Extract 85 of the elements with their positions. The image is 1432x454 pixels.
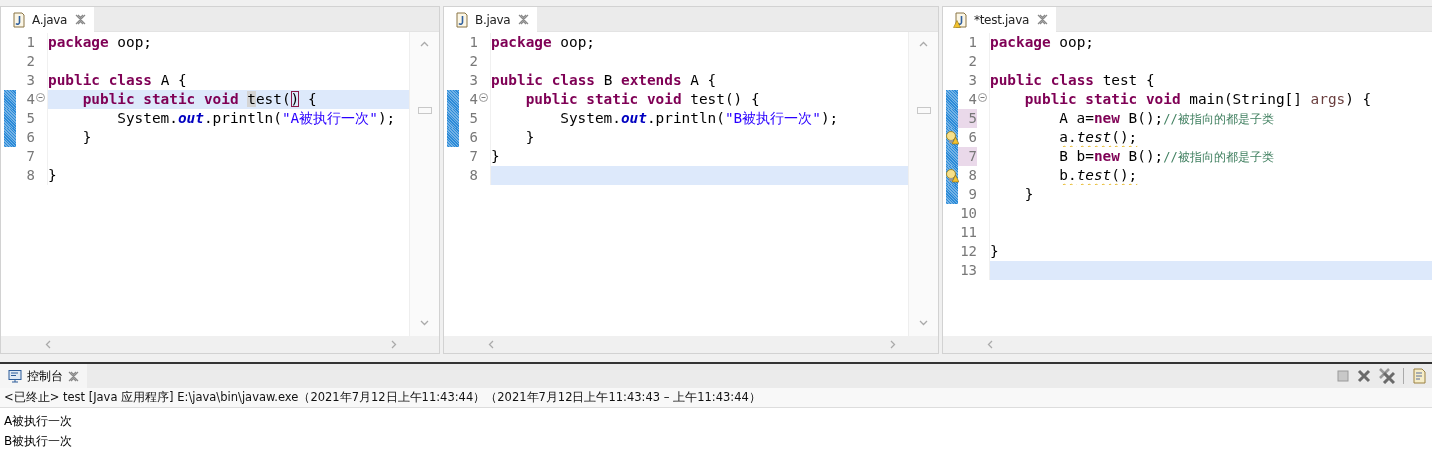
- console-output-line: A被执行一次: [4, 413, 74, 430]
- line-number: 8: [468, 166, 478, 185]
- line-number: 1: [25, 33, 35, 52]
- code-line: a.test();: [1059, 129, 1138, 146]
- line-number: 4: [468, 90, 478, 109]
- line-number: 9: [967, 185, 977, 204]
- chevron-up-icon[interactable]: [919, 41, 928, 47]
- line-number: 5: [468, 109, 478, 128]
- editor-tab[interactable]: A.java: [1, 7, 95, 32]
- fold-icon[interactable]: [36, 93, 45, 102]
- code-line: public static void test() {: [82, 91, 317, 108]
- document-icon[interactable]: [1412, 368, 1428, 384]
- chevron-down-icon[interactable]: [919, 320, 928, 326]
- line-number: 11: [959, 223, 977, 242]
- fold-icon[interactable]: [978, 93, 987, 102]
- remove-all-icon[interactable]: [1379, 368, 1395, 384]
- line-number: 2: [468, 52, 478, 71]
- close-icon[interactable]: [1037, 14, 1048, 25]
- code-line: }: [1024, 186, 1034, 203]
- line-number: 3: [468, 71, 478, 90]
- stop-icon[interactable]: [1337, 370, 1349, 382]
- code-line: public class B extends A {: [491, 72, 717, 89]
- line-number: 8: [967, 166, 977, 185]
- line-number: 7: [25, 147, 35, 166]
- code-line: }: [990, 243, 999, 260]
- code-line: }: [525, 129, 535, 146]
- console-status: <已终止> test [Java 应用程序] E:\java\bin\javaw.exe（2021年7月12日上午11:43:44）（2021年7月12日上午11:43:43 – 上午11:43:44）: [0, 388, 1432, 408]
- code-line: }: [48, 167, 57, 184]
- close-icon[interactable]: [75, 14, 87, 25]
- line-number: 13: [959, 261, 977, 280]
- chevron-right-icon[interactable]: [890, 340, 896, 349]
- line-number: 8: [25, 166, 35, 185]
- chevron-left-icon[interactable]: [987, 340, 993, 349]
- monitor-icon: [8, 369, 22, 383]
- code-line: }: [491, 148, 500, 165]
- line-number: 6: [468, 128, 478, 147]
- fold-icon[interactable]: [479, 93, 488, 102]
- chevron-right-icon[interactable]: [391, 340, 397, 349]
- chevron-down-icon[interactable]: [420, 320, 429, 326]
- code-line: System.out.println("B被执行一次");: [560, 110, 839, 127]
- chevron-up-icon[interactable]: [420, 41, 429, 47]
- line-number: 1: [967, 33, 977, 52]
- horizontal-scrollbar[interactable]: [1, 336, 439, 353]
- line-number: 2: [967, 52, 977, 71]
- line-number: 6: [967, 128, 977, 147]
- close-icon[interactable]: [518, 14, 530, 25]
- line-number: 5: [958, 109, 977, 128]
- code-line: public static void main(String[] args) {: [1024, 91, 1372, 108]
- code-line: package oop;: [491, 34, 595, 51]
- code-line: public class A {: [48, 72, 187, 89]
- console-output-line: B被执行一次: [4, 433, 74, 450]
- line-number: 7: [468, 147, 478, 166]
- code-line: B b=new B();//被指向的都是子类: [1059, 147, 1274, 166]
- line-number: 7: [958, 147, 977, 166]
- console-tab[interactable]: 控制台: [0, 364, 87, 388]
- line-number: 3: [967, 71, 977, 90]
- horizontal-scrollbar[interactable]: [444, 336, 938, 353]
- close-icon[interactable]: [68, 370, 79, 382]
- code-line: }: [82, 129, 92, 146]
- chevron-left-icon[interactable]: [488, 340, 494, 349]
- code-line: package oop;: [48, 34, 152, 51]
- ruler-mark[interactable]: [417, 107, 432, 114]
- chevron-left-icon[interactable]: [45, 340, 51, 349]
- code-line: System.out.println("A被执行一次");: [117, 110, 396, 127]
- line-number: 10: [959, 204, 977, 223]
- line-number: 6: [25, 128, 35, 147]
- line-number: 1: [468, 33, 478, 52]
- editor-tab[interactable]: *test.java: [943, 7, 1056, 32]
- code-line: A a=new B();//被指向的都是子类: [1059, 109, 1274, 128]
- code-line: public static void test() {: [525, 91, 760, 108]
- line-number: 12: [959, 242, 977, 261]
- ruler-mark[interactable]: [916, 107, 931, 114]
- horizontal-scrollbar[interactable]: [943, 336, 1432, 353]
- code-line: package oop;: [990, 34, 1094, 51]
- editor-tab[interactable]: B.java: [444, 7, 538, 32]
- line-number: 4: [25, 90, 35, 109]
- line-number: 2: [25, 52, 35, 71]
- code-line: b.test();: [1059, 167, 1138, 184]
- code-line: public class test {: [990, 72, 1155, 89]
- line-number: 4: [967, 90, 977, 109]
- vertical-scrollbar[interactable]: [409, 32, 439, 336]
- remove-icon[interactable]: [1357, 369, 1371, 383]
- vertical-scrollbar[interactable]: [908, 32, 938, 336]
- line-number: 5: [25, 109, 35, 128]
- line-number: 3: [25, 71, 35, 90]
